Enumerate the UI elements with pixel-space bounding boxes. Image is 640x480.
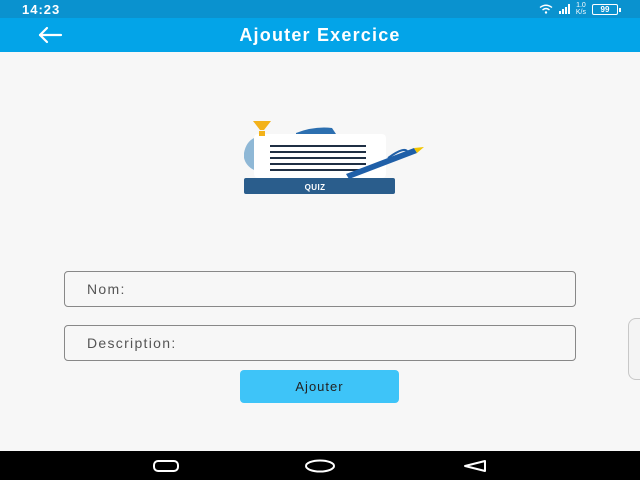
- battery-icon: 99: [592, 3, 621, 15]
- app-bar: Ajouter Exercice: [0, 18, 640, 52]
- description-input[interactable]: [65, 326, 575, 360]
- quiz-illustration: QUIZ: [236, 118, 428, 200]
- network-speed-unit: K/s: [575, 9, 586, 16]
- edge-panel-handle[interactable]: [628, 318, 640, 380]
- wifi-icon: [539, 4, 553, 14]
- quiz-document-icon: [244, 121, 424, 194]
- navigation-bar: [0, 451, 640, 480]
- name-input[interactable]: [65, 272, 575, 306]
- home-button[interactable]: [296, 451, 344, 480]
- recent-apps-icon: [153, 459, 179, 472]
- add-button[interactable]: Ajouter: [240, 370, 399, 403]
- status-time: 14:23: [22, 2, 61, 17]
- network-speed-value: 1.0: [576, 2, 586, 9]
- quiz-label: QUIZ: [304, 183, 326, 192]
- home-icon: [305, 459, 335, 472]
- back-icon: [464, 459, 486, 472]
- network-speed: 1.0 K/s: [576, 2, 586, 16]
- status-bar: 14:23 1.0 K/s 99: [0, 0, 640, 18]
- system-back-button[interactable]: [451, 451, 499, 480]
- page-title: Ajouter Exercice: [239, 25, 401, 45]
- description-field[interactable]: [64, 325, 576, 361]
- battery-level: 99: [600, 4, 610, 14]
- name-field[interactable]: [64, 271, 576, 307]
- status-icons: 1.0 K/s 99: [539, 1, 621, 17]
- signal-icon: [558, 4, 570, 14]
- recent-apps-button[interactable]: [142, 451, 190, 480]
